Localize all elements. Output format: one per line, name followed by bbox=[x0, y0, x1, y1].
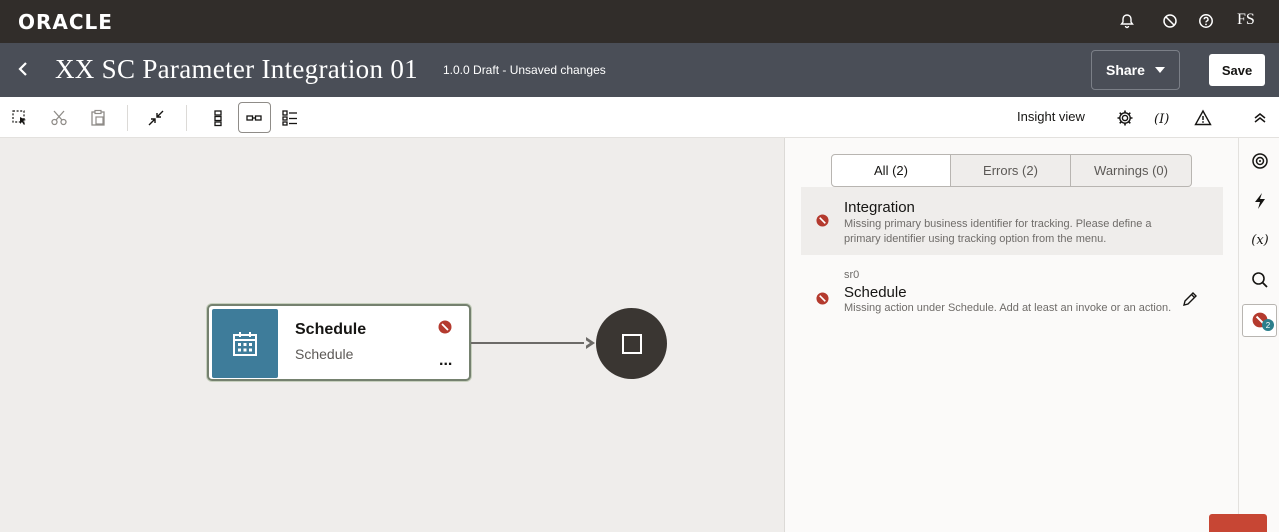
pencil-icon[interactable] bbox=[1181, 290, 1199, 308]
save-button[interactable]: Save bbox=[1209, 54, 1265, 86]
no-entry-icon[interactable] bbox=[1160, 11, 1180, 31]
errors-panel: All (2) Errors (2) Warnings (0) Integrat… bbox=[784, 138, 1238, 532]
help-icon[interactable] bbox=[1196, 11, 1216, 31]
issue-item[interactable]: sr0 Schedule Missing action under Schedu… bbox=[801, 262, 1223, 334]
target-icon[interactable] bbox=[1249, 150, 1271, 172]
lightning-icon[interactable] bbox=[1249, 190, 1271, 212]
select-icon[interactable] bbox=[9, 107, 31, 129]
flow-connector bbox=[471, 342, 591, 344]
bell-icon[interactable] bbox=[1117, 11, 1137, 31]
user-avatar[interactable]: FS bbox=[1237, 11, 1255, 29]
svg-text:(I): (I) bbox=[1154, 112, 1169, 127]
issue-description: Missing primary business identifier for … bbox=[844, 218, 1152, 245]
feedback-button[interactable] bbox=[1209, 514, 1267, 532]
page-title: XX SC Parameter Integration 01 bbox=[55, 54, 418, 84]
error-count-badge: 2 bbox=[1262, 319, 1274, 331]
integration-header: XX SC Parameter Integration 01 1.0.0 Dra… bbox=[0, 43, 1279, 97]
error-icon bbox=[816, 214, 829, 232]
issue-title: Schedule bbox=[844, 284, 907, 301]
tab-all[interactable]: All (2) bbox=[831, 154, 951, 187]
brand-bar: ORACLE FS bbox=[0, 0, 1279, 43]
variables-icon[interactable]: (I) bbox=[1152, 107, 1174, 129]
search-icon[interactable] bbox=[1249, 269, 1271, 291]
oracle-logo[interactable]: ORACLE bbox=[18, 10, 113, 34]
tab-warnings[interactable]: Warnings (0) bbox=[1071, 154, 1192, 187]
share-button[interactable]: Share bbox=[1091, 50, 1180, 90]
paste-icon[interactable] bbox=[87, 107, 109, 129]
issue-description: Missing action under Schedule. Add at le… bbox=[844, 302, 1172, 314]
error-icon[interactable] bbox=[438, 320, 452, 339]
stop-icon bbox=[621, 333, 642, 354]
horizontal-layout-icon[interactable] bbox=[243, 107, 265, 129]
node-tile bbox=[212, 309, 278, 378]
calendar-icon bbox=[233, 331, 257, 356]
error-icon bbox=[816, 292, 829, 310]
version-status: 1.0.0 Draft - Unsaved changes bbox=[443, 63, 606, 77]
schedule-node[interactable]: Schedule Schedule ... bbox=[207, 304, 471, 381]
vertical-layout-icon[interactable] bbox=[207, 107, 229, 129]
toolbar-divider bbox=[127, 105, 128, 131]
right-rail: (x) 2 bbox=[1238, 138, 1279, 532]
chevron-down-icon bbox=[1155, 67, 1165, 73]
more-options-icon[interactable]: ... bbox=[439, 352, 452, 370]
toolbar-divider bbox=[186, 105, 187, 131]
integration-canvas[interactable]: Schedule Schedule ... bbox=[0, 138, 784, 532]
share-label: Share bbox=[1106, 62, 1145, 78]
collapse-icon[interactable] bbox=[145, 107, 167, 129]
tab-errors[interactable]: Errors (2) bbox=[951, 154, 1071, 187]
end-node[interactable] bbox=[596, 308, 667, 379]
warning-icon[interactable] bbox=[1192, 107, 1214, 129]
node-title: Schedule bbox=[295, 321, 367, 338]
arrow-head-icon bbox=[584, 337, 595, 349]
pseudo-layout-icon[interactable] bbox=[279, 107, 301, 129]
back-icon[interactable] bbox=[14, 58, 32, 80]
gear-icon[interactable] bbox=[1114, 107, 1136, 129]
issue-item[interactable]: Integration Missing primary business ide… bbox=[801, 187, 1223, 255]
variables-panel-icon[interactable]: (x) bbox=[1249, 229, 1271, 251]
issue-tabs: All (2) Errors (2) Warnings (0) bbox=[831, 154, 1192, 187]
chevron-up-icon[interactable] bbox=[1249, 107, 1271, 129]
issue-title: Integration bbox=[844, 199, 915, 216]
insight-view-link[interactable]: Insight view bbox=[1017, 109, 1085, 124]
cut-icon[interactable] bbox=[48, 107, 70, 129]
canvas-toolbar: Insight view (I) bbox=[0, 97, 1279, 138]
node-subtitle: Schedule bbox=[295, 346, 354, 362]
issue-kicker: sr0 bbox=[844, 269, 860, 281]
